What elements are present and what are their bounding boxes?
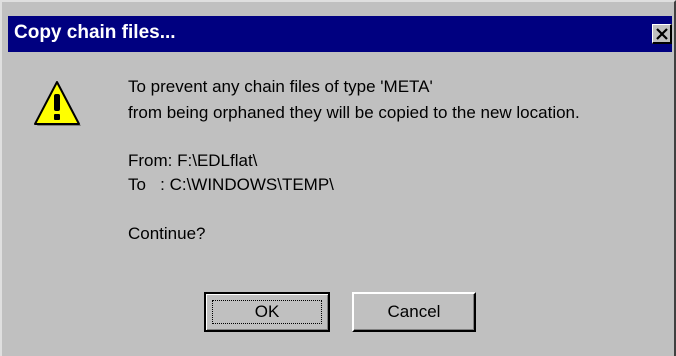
message-line-1: To prevent any chain files of type 'META… — [128, 77, 433, 96]
warning-icon — [34, 81, 81, 126]
copy-chain-files-dialog: Copy chain files... To prevent any chain… — [0, 0, 676, 356]
message-line-2: from being orphaned they will be copied … — [128, 103, 580, 122]
cancel-button-label: Cancel — [387, 302, 441, 321]
cancel-button[interactable]: Cancel — [352, 292, 476, 332]
dialog-title: Copy chain files... — [14, 22, 176, 43]
close-button[interactable] — [652, 24, 672, 44]
from-path-text: From: F:\EDLflat\ — [128, 151, 258, 170]
ok-button-label: OK — [254, 302, 280, 321]
close-icon — [656, 28, 668, 40]
to-path-text: To : C:\WINDOWS\TEMP\ — [128, 175, 334, 194]
title-bar[interactable]: Copy chain files... — [8, 16, 672, 52]
ok-button[interactable]: OK — [204, 292, 330, 332]
continue-question: Continue? — [128, 224, 206, 243]
